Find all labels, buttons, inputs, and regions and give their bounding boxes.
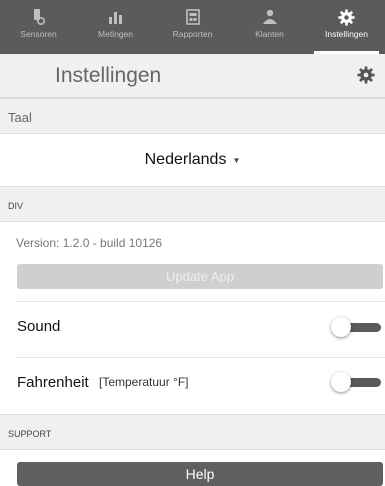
tab-label: Rapporten <box>172 29 213 39</box>
section-label-div: DIV <box>8 201 24 211</box>
tab-sensoren[interactable]: Sensoren <box>0 0 77 54</box>
fahrenheit-hint: [Temperatuur °F] <box>99 375 189 389</box>
section-label-support: SUPPORT <box>8 429 52 439</box>
sound-label: Sound <box>17 318 61 335</box>
sound-toggle[interactable] <box>331 317 381 337</box>
sensor-icon <box>30 8 48 26</box>
update-app-button[interactable]: Update App <box>17 264 383 289</box>
tab-label: Metingen <box>98 29 133 39</box>
fahrenheit-toggle[interactable] <box>331 372 381 392</box>
toggle-knob <box>331 372 351 392</box>
tab-metingen[interactable]: Metingen <box>77 0 154 54</box>
toggle-knob <box>331 317 351 337</box>
fahrenheit-label: Fahrenheit <box>17 374 89 391</box>
tab-rapporten[interactable]: Rapporten <box>154 0 231 54</box>
page-header: Instellingen <box>0 54 385 98</box>
divider <box>16 357 385 358</box>
section-support: SUPPORT <box>0 414 385 450</box>
chevron-down-icon: ▼ <box>232 155 241 165</box>
tab-klanten[interactable]: Klanten <box>231 0 308 54</box>
language-select[interactable]: Nederlands ▼ <box>0 134 385 186</box>
customers-icon <box>261 8 279 26</box>
gear-icon[interactable] <box>357 66 375 84</box>
language-value: Nederlands <box>144 151 227 168</box>
tab-label: Instellingen <box>324 29 368 39</box>
bar-chart-icon <box>107 8 125 26</box>
report-icon <box>184 8 202 26</box>
gear-icon <box>338 8 356 26</box>
page-title: Instellingen <box>55 64 162 87</box>
section-language: Taal <box>0 98 385 134</box>
help-button[interactable]: Help <box>17 462 383 486</box>
divider <box>16 301 385 302</box>
tab-label: Klanten <box>255 29 284 39</box>
tab-instellingen[interactable]: Instellingen <box>308 0 385 54</box>
tab-bar: Sensoren Metingen Rapporten Klanten Inst… <box>0 0 385 54</box>
version-text: Version: 1.2.0 - build 10126 <box>16 236 163 250</box>
tab-label: Sensoren <box>20 29 57 39</box>
section-label-language: Taal <box>8 110 32 125</box>
section-div: DIV <box>0 186 385 222</box>
